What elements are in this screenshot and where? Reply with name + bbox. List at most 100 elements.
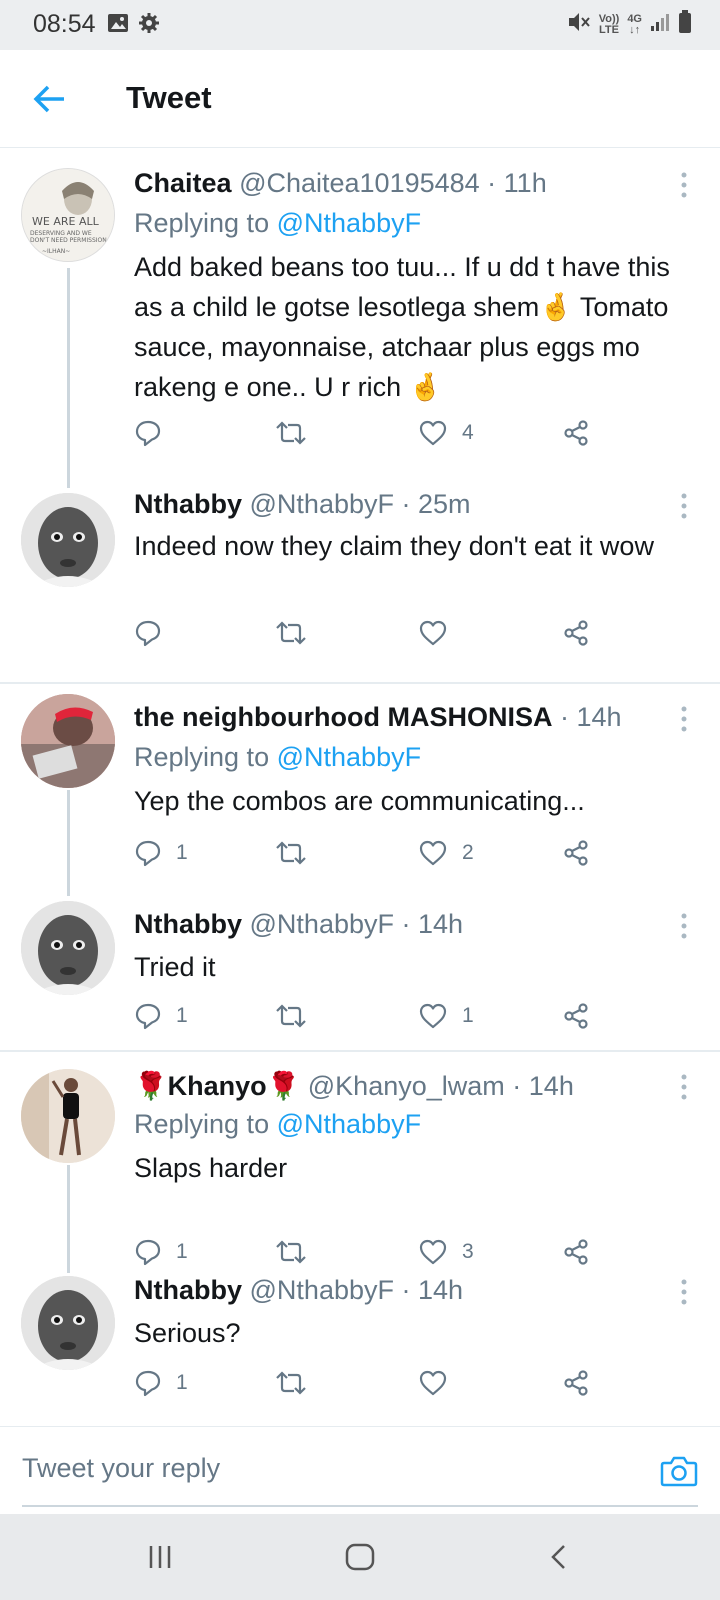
reply-icon <box>135 420 161 447</box>
retweet-button[interactable] <box>274 1369 322 1397</box>
like-button[interactable]: 3 <box>418 1238 474 1266</box>
reply-button[interactable] <box>134 419 176 447</box>
more-options-icon[interactable] <box>674 1278 694 1306</box>
like-button[interactable]: 2 <box>418 839 474 867</box>
tweet-time: 14h <box>576 702 622 732</box>
reply-button[interactable]: 1 <box>134 1002 188 1030</box>
like-button[interactable] <box>418 619 462 647</box>
replying-to: Replying to @NthabbyF <box>134 742 421 773</box>
app-bar: Tweet <box>0 50 720 148</box>
replying-label: Replying to <box>134 208 270 238</box>
network-gen-label: 4G <box>627 12 642 25</box>
share-icon <box>564 1003 588 1029</box>
tweet-actions <box>134 619 614 653</box>
retweet-button[interactable] <box>274 839 322 867</box>
author-name[interactable]: the neighbourhood MASHONISA <box>134 702 552 732</box>
author-name[interactable]: Chaitea <box>134 168 232 198</box>
author-handle[interactable]: @NthabbyF <box>250 489 394 519</box>
reply-button[interactable] <box>134 619 176 647</box>
author-name[interactable]: Nthabby <box>134 489 242 519</box>
share-icon <box>564 620 588 646</box>
tweet-time: 25m <box>417 489 471 519</box>
reply-button[interactable]: 1 <box>134 839 188 867</box>
like-button[interactable]: 1 <box>418 1002 474 1030</box>
tweet-header: Nthabby @NthabbyF · 14h <box>134 909 464 939</box>
retweet-button[interactable] <box>274 1002 322 1030</box>
share-button[interactable] <box>562 1369 590 1397</box>
share-button[interactable] <box>562 1002 590 1030</box>
author-handle[interactable]: @Chaitea10195484 <box>239 168 480 198</box>
retweet-button[interactable] <box>274 619 322 647</box>
share-icon <box>564 420 588 446</box>
signal-icon <box>650 12 670 37</box>
avatar[interactable] <box>21 694 115 788</box>
camera-icon[interactable] <box>660 1455 698 1492</box>
author-handle[interactable]: @NthabbyF <box>250 1275 394 1305</box>
share-icon <box>564 840 588 866</box>
author-handle[interactable]: @NthabbyF <box>250 909 394 939</box>
replying-handle[interactable]: @NthabbyF <box>277 208 421 238</box>
avatar[interactable] <box>21 493 115 587</box>
tweet-text: Serious? <box>134 1318 241 1348</box>
tweet-header: Chaitea @Chaitea10195484 · 11h <box>134 168 547 198</box>
heart-icon <box>419 620 447 646</box>
like-button[interactable] <box>418 1369 462 1397</box>
heart-icon <box>419 1370 447 1396</box>
thread-divider <box>0 1050 720 1052</box>
replying-handle[interactable]: @NthabbyF <box>277 1109 421 1139</box>
back-arrow-icon[interactable] <box>32 84 66 114</box>
author-name[interactable]: Nthabby <box>134 909 242 939</box>
author-name[interactable]: 🌹Khanyo🌹 <box>134 1071 300 1101</box>
more-options-icon[interactable] <box>674 492 694 520</box>
reply-button[interactable]: 1 <box>134 1238 188 1266</box>
more-options-icon[interactable] <box>674 1073 694 1101</box>
tweet-time: 14h <box>417 1275 464 1305</box>
tweet-header: 🌹Khanyo🌹 @Khanyo_lwam · 14h <box>134 1071 574 1101</box>
replying-handle[interactable]: @NthabbyF <box>277 742 421 772</box>
more-options-icon[interactable] <box>674 705 694 733</box>
tweet-time: 14h <box>528 1071 574 1101</box>
replying-to: Replying to @NthabbyF <box>134 1109 421 1140</box>
avatar[interactable]: WE ARE ALL DESERVING AND WE DON'T NEED PER… <box>21 168 115 262</box>
retweet-button[interactable] <box>274 1238 322 1266</box>
heart-icon <box>419 1003 447 1029</box>
heart-icon <box>419 1239 447 1265</box>
reply-icon <box>135 840 161 867</box>
thread-line <box>67 1165 70 1273</box>
share-button[interactable] <box>562 619 590 647</box>
reply-input[interactable]: Tweet your reply <box>22 1453 220 1484</box>
share-button[interactable] <box>562 839 590 867</box>
share-button[interactable] <box>562 1238 590 1266</box>
back-nav-icon[interactable] <box>546 1542 570 1577</box>
replying-to: Replying to @NthabbyF <box>134 208 421 239</box>
tweet-actions: 1 2 <box>134 839 614 873</box>
like-button[interactable]: 4 <box>418 419 474 447</box>
reply-count: 1 <box>176 841 188 864</box>
settings-gear-icon <box>138 12 160 39</box>
reply-icon <box>135 620 161 647</box>
tweet-time: 14h <box>417 909 464 939</box>
retweet-button[interactable] <box>274 419 322 447</box>
retweet-icon <box>276 421 306 445</box>
reply-count: 1 <box>176 1240 188 1263</box>
tweet-text: Add baked beans too tuu... If u dd t hav… <box>134 252 670 402</box>
reply-icon <box>135 1003 161 1030</box>
avatar[interactable] <box>21 1069 115 1163</box>
avatar[interactable] <box>21 1276 115 1370</box>
share-button[interactable] <box>562 419 590 447</box>
reply-button[interactable]: 1 <box>134 1369 188 1397</box>
more-options-icon[interactable] <box>674 171 694 199</box>
recent-apps-icon[interactable] <box>145 1542 175 1577</box>
retweet-icon <box>276 1004 306 1028</box>
avatar[interactable] <box>21 901 115 995</box>
svg-text:DESERVING AND WE: DESERVING AND WE <box>30 230 92 237</box>
heart-icon <box>419 840 447 866</box>
reply-icon <box>135 1370 161 1397</box>
author-handle[interactable]: @Khanyo_lwam <box>308 1071 505 1101</box>
status-bar: 08:54 Vo)) LTE 4G ↓↑ <box>0 0 720 50</box>
home-icon[interactable] <box>344 1542 376 1577</box>
more-options-icon[interactable] <box>674 912 694 940</box>
author-name[interactable]: Nthabby <box>134 1275 242 1305</box>
tweet-actions: 4 <box>134 419 614 453</box>
reply-composer[interactable]: Tweet your reply <box>0 1426 720 1507</box>
